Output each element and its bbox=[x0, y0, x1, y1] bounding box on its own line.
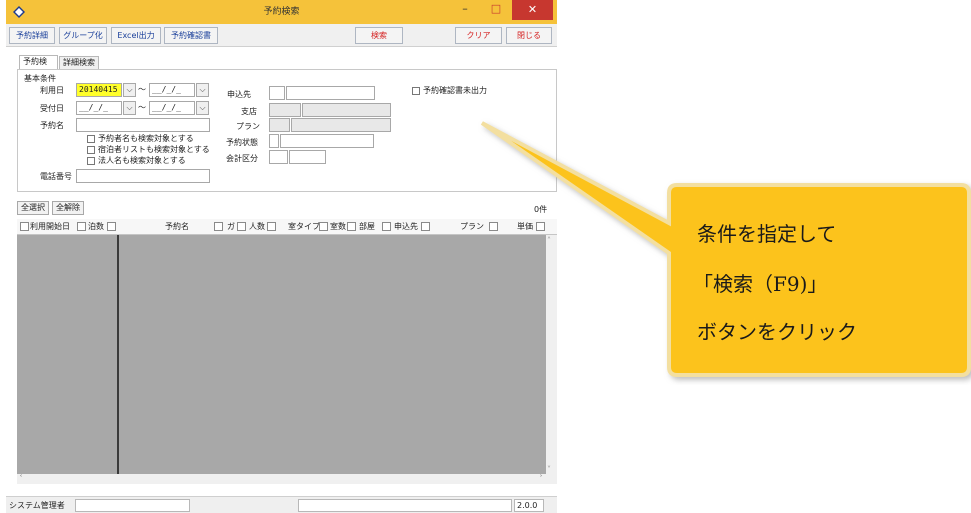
column-header[interactable]: 部屋 bbox=[359, 221, 375, 232]
column-filter-dropdown[interactable] bbox=[267, 222, 276, 231]
reservation-detail-button[interactable]: 予約詳細 bbox=[9, 27, 55, 44]
close-window-button[interactable]: ✕ bbox=[512, 0, 553, 20]
phone-label: 電話番号 bbox=[40, 172, 72, 181]
excel-export-button[interactable]: Excel出力 bbox=[111, 27, 161, 44]
toolbar: 予約詳細 グループ化 Excel出力 予約確認書 検索 クリア 閉じる bbox=[6, 24, 557, 47]
reservation-name-label: 予約名 bbox=[40, 121, 64, 130]
unprinted-confirmation-checkbox[interactable] bbox=[412, 87, 420, 95]
scroll-left-arrow-icon[interactable]: ˂ bbox=[19, 474, 23, 483]
column-header[interactable]: 泊数 bbox=[88, 221, 104, 232]
reservation-name-field[interactable] bbox=[76, 118, 210, 132]
minimize-button[interactable]: – bbox=[450, 0, 480, 20]
receipt-date-tilde: ～ bbox=[138, 103, 146, 112]
use-date-tilde: ～ bbox=[138, 85, 146, 94]
guest-list-checkbox[interactable] bbox=[87, 146, 95, 154]
column-header[interactable]: 室タイプ bbox=[288, 221, 320, 232]
column-filter-dropdown[interactable] bbox=[319, 222, 328, 231]
phone-field[interactable] bbox=[76, 169, 210, 183]
branch-name-field[interactable] bbox=[302, 103, 391, 117]
title-bar: 予約検索 – □ ✕ bbox=[6, 0, 557, 24]
confirmation-button[interactable]: 予約確認書 bbox=[164, 27, 218, 44]
column-filter-dropdown[interactable] bbox=[20, 222, 29, 231]
branch-label: 支店 bbox=[241, 107, 257, 116]
callout-line: ボタンをクリック bbox=[697, 320, 857, 344]
applicant-search-checkbox[interactable] bbox=[87, 135, 95, 143]
status-version: 2.0.0 bbox=[514, 499, 544, 512]
use-date-from-dropdown[interactable] bbox=[123, 83, 136, 97]
column-header[interactable]: 申込先 bbox=[394, 221, 418, 232]
plan-label: プラン bbox=[236, 122, 260, 131]
account-category-label: 会計区分 bbox=[226, 154, 258, 163]
maximize-button[interactable]: □ bbox=[481, 0, 511, 20]
receipt-date-from-field[interactable]: __/_/_ bbox=[76, 101, 122, 115]
column-filter-dropdown[interactable] bbox=[347, 222, 356, 231]
receipt-date-to-field[interactable]: __/_/_ bbox=[149, 101, 195, 115]
status-bar: システム管理者 2.0.0 bbox=[6, 496, 557, 513]
column-filter-dropdown[interactable] bbox=[77, 222, 86, 231]
column-filter-dropdown[interactable] bbox=[214, 222, 223, 231]
deselect-all-button[interactable]: 全解除 bbox=[52, 201, 84, 215]
receipt-date-to-dropdown[interactable] bbox=[196, 101, 209, 115]
branch-code-field[interactable] bbox=[269, 103, 301, 117]
use-date-to-field[interactable]: __/_/_ bbox=[149, 83, 195, 97]
use-date-to-dropdown[interactable] bbox=[196, 83, 209, 97]
corporate-name-checkbox[interactable] bbox=[87, 157, 95, 165]
column-header[interactable]: 利用開始日 bbox=[30, 221, 70, 232]
scroll-right-arrow-icon[interactable]: ˃ bbox=[539, 474, 543, 483]
horizontal-scrollbar[interactable]: ˂ ˃ bbox=[17, 474, 557, 484]
basic-conditions-label: 基本条件 bbox=[24, 74, 56, 83]
status-field bbox=[298, 499, 512, 512]
applicant-name-field[interactable] bbox=[286, 86, 375, 100]
account-category-code-field[interactable] bbox=[269, 150, 288, 164]
column-filter-dropdown[interactable] bbox=[382, 222, 391, 231]
callout-line: 条件を指定して bbox=[697, 222, 837, 246]
column-filter-dropdown[interactable] bbox=[237, 222, 246, 231]
column-header[interactable]: 室数 bbox=[330, 221, 346, 232]
column-header[interactable]: ガ bbox=[227, 221, 235, 232]
reservation-status-field[interactable] bbox=[280, 134, 374, 148]
guest-list-label: 宿泊者リストも検索対象とする bbox=[98, 145, 210, 154]
group-button[interactable]: グループ化 bbox=[59, 27, 107, 44]
frozen-columns-area bbox=[17, 235, 119, 474]
tab-detail-search[interactable]: 詳細検索 bbox=[59, 56, 99, 70]
receipt-date-label: 受付日 bbox=[40, 104, 64, 113]
unprinted-confirmation-label: 予約確認書未出力 bbox=[423, 86, 487, 95]
corporate-name-label: 法人名も検索対象とする bbox=[98, 156, 186, 165]
select-all-button[interactable]: 全選択 bbox=[17, 201, 49, 215]
applicant-label: 申込先 bbox=[227, 90, 251, 99]
account-category-field[interactable] bbox=[289, 150, 326, 164]
applicant-code-field[interactable] bbox=[269, 86, 285, 100]
reservation-status-code-field[interactable] bbox=[269, 134, 279, 148]
plan-name-field[interactable] bbox=[291, 118, 391, 132]
column-header[interactable]: 人数 bbox=[249, 221, 265, 232]
applicant-search-label: 予約者名も検索対象とする bbox=[98, 134, 194, 143]
plan-code-field[interactable] bbox=[269, 118, 290, 132]
status-field bbox=[75, 499, 190, 512]
column-header[interactable]: 予約名 bbox=[165, 221, 189, 232]
close-button[interactable]: 閉じる bbox=[506, 27, 552, 44]
column-filter-dropdown[interactable] bbox=[107, 222, 116, 231]
use-date-label: 利用日 bbox=[40, 86, 64, 95]
reservation-status-label: 予約状態 bbox=[226, 138, 258, 147]
receipt-date-from-dropdown[interactable] bbox=[123, 101, 136, 115]
callout-line: 「検索（F9)」 bbox=[693, 272, 828, 296]
status-user: システム管理者 bbox=[9, 501, 65, 510]
tab-reservation-search[interactable]: 予約検索 bbox=[19, 55, 58, 78]
use-date-from-field[interactable]: 20140415 bbox=[76, 83, 122, 97]
search-button[interactable]: 検索 bbox=[355, 27, 403, 44]
column-filter-dropdown[interactable] bbox=[421, 222, 430, 231]
clear-button[interactable]: クリア bbox=[455, 27, 502, 44]
scroll-down-arrow-icon[interactable]: ˅ bbox=[547, 465, 551, 474]
